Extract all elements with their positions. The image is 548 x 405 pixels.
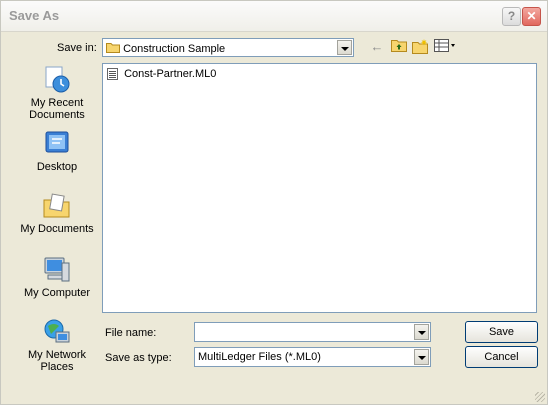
save-button[interactable]: Save [465, 321, 538, 343]
file-item[interactable]: Const-Partner.ML0 [107, 68, 216, 82]
place-label: Desktop [36, 161, 78, 173]
place-my-computer[interactable]: My Computer [17, 255, 97, 299]
save-in-label: Save in: [57, 42, 97, 54]
place-label: My Network Places [27, 349, 87, 373]
document-icon [107, 68, 118, 81]
save-in-value-wrap: Construction Sample [106, 42, 225, 55]
recent-documents-icon [42, 65, 72, 95]
save-in-combo[interactable]: Construction Sample [102, 38, 354, 57]
view-menu-icon[interactable] [433, 39, 457, 55]
places-bar: My Recent Documents Desktop My Documents… [17, 63, 97, 388]
cancel-button[interactable]: Cancel [465, 346, 538, 368]
back-arrow-icon[interactable]: ← [368, 39, 386, 55]
save-as-type-select[interactable]: MultiLedger Files (*.ML0) [194, 347, 431, 367]
help-button[interactable]: ? [502, 7, 521, 26]
place-my-recent-documents[interactable]: My Recent Documents [17, 65, 97, 121]
folder-icon [106, 43, 120, 53]
new-folder-icon[interactable] [411, 39, 429, 55]
resize-grip[interactable] [535, 392, 545, 402]
place-label: My Documents [20, 223, 94, 235]
title-bar[interactable]: Save As ? ✕ [1, 1, 547, 32]
desktop-icon [42, 129, 72, 159]
close-button[interactable]: ✕ [522, 7, 541, 26]
my-computer-icon [42, 255, 72, 285]
place-label: My Computer [23, 287, 91, 299]
chevron-down-icon[interactable] [337, 40, 352, 55]
place-desktop[interactable]: Desktop [17, 129, 97, 173]
place-label: My Recent Documents [29, 97, 85, 121]
window-title: Save As [9, 8, 60, 23]
chevron-down-icon[interactable] [414, 324, 429, 340]
file-name-label: File name: [105, 327, 157, 339]
file-list[interactable]: Const-Partner.ML0 [102, 63, 537, 313]
my-documents-icon [42, 191, 72, 221]
save-in-value: Construction Sample [123, 43, 226, 55]
up-folder-icon[interactable] [390, 39, 408, 55]
chevron-down-icon[interactable] [414, 349, 429, 365]
save-as-type-label: Save as type: [105, 352, 172, 364]
network-places-icon [42, 317, 72, 347]
place-my-documents[interactable]: My Documents [17, 191, 97, 235]
save-as-type-value: MultiLedger Files (*.ML0) [198, 351, 321, 363]
place-my-network-places[interactable]: My Network Places [17, 317, 97, 373]
file-name-input[interactable] [194, 322, 431, 342]
save-as-dialog: Save As ? ✕ Save in: Construction Sample… [0, 0, 548, 405]
file-name-text: Const-Partner.ML0 [124, 68, 217, 81]
